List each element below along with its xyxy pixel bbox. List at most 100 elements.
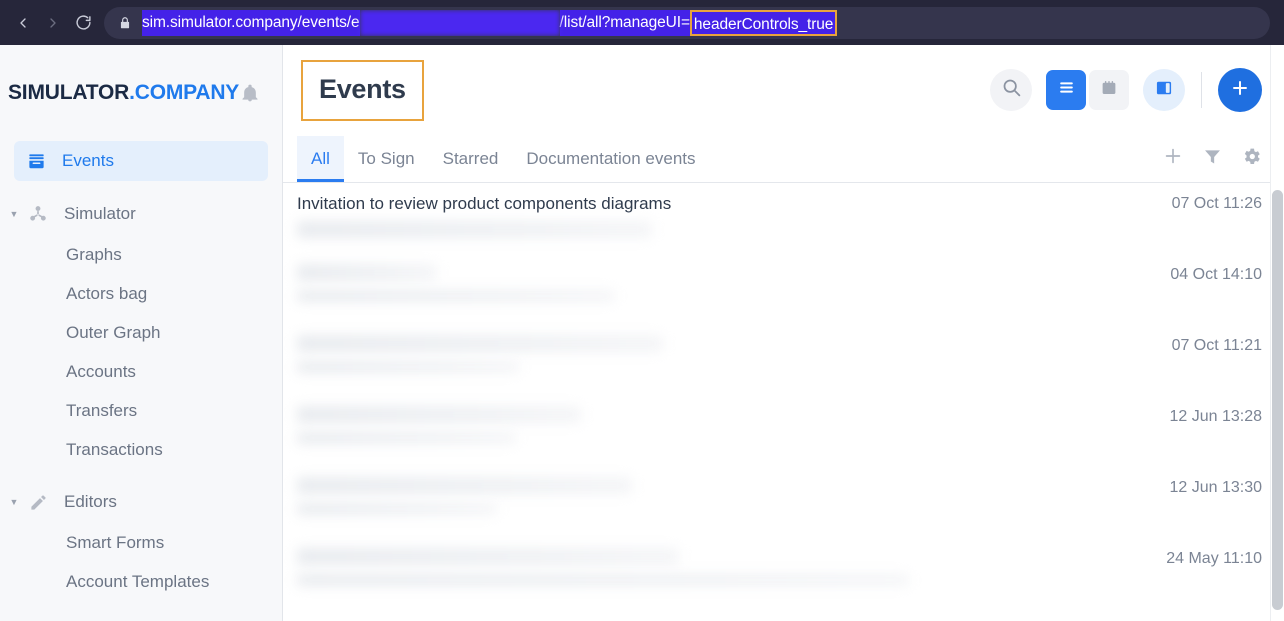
event-title: Invitation to review product components …: [297, 194, 672, 213]
list-view-button[interactable]: [1046, 70, 1086, 110]
sidebar-item-graphs[interactable]: Graphs: [0, 235, 282, 274]
inbox-icon: [22, 152, 50, 171]
tab-label: Starred: [442, 149, 499, 168]
redacted-block: [297, 548, 679, 565]
url-suffix: /list/all?manageUI=: [559, 9, 690, 36]
page-title-highlight-box: Events: [301, 59, 424, 121]
sidebar-item-label: Smart Forms: [66, 532, 165, 552]
sidebar-item-label: Accounts: [66, 361, 136, 381]
sidebar: SIMULATOR.COMPANY Events ▼ Simulator Gra…: [0, 45, 283, 621]
calendar-icon: [1100, 79, 1118, 102]
table-row[interactable]: 07 Oct 11:21: [283, 325, 1284, 396]
browser-chrome: sim.simulator.company/events/e /list/all…: [0, 0, 1284, 45]
sidebar-item-actors-bag[interactable]: Actors bag: [0, 274, 282, 313]
header-actions: [990, 68, 1262, 112]
sidebar-item-smart-forms[interactable]: Smart Forms: [0, 523, 282, 562]
sidebar-item-label: Events: [62, 151, 114, 170]
table-row[interactable]: 04 Oct 14:10: [283, 254, 1284, 325]
url-highlighted-param: headerControls_true: [689, 9, 838, 36]
add-icon[interactable]: [1162, 145, 1184, 172]
tabs-tools: [1162, 145, 1262, 182]
address-bar[interactable]: sim.simulator.company/events/e /list/all…: [104, 6, 1270, 39]
list-icon: [1057, 78, 1076, 102]
event-subtitle: [297, 221, 1172, 239]
tab-label: Documentation events: [526, 149, 696, 168]
add-event-button[interactable]: [1218, 68, 1262, 112]
search-button[interactable]: [990, 69, 1032, 111]
bell-icon[interactable]: [240, 82, 260, 104]
tab-label: To Sign: [357, 149, 415, 168]
sidebar-item-label: Transfers: [66, 400, 138, 420]
back-button[interactable]: [8, 8, 38, 38]
search-icon: [1001, 77, 1022, 103]
tabs-bar: All To Sign Starred Documentation events: [283, 135, 1284, 183]
app-window: SIMULATOR.COMPANY Events ▼ Simulator Gra…: [0, 45, 1284, 621]
redacted-block: [297, 264, 437, 281]
forward-button[interactable]: [38, 8, 68, 38]
redacted-block: [297, 290, 615, 302]
redacted-block: [297, 335, 663, 352]
network-icon: [24, 204, 52, 224]
redacted-block: [297, 361, 519, 373]
tab-documentation-events[interactable]: Documentation events: [512, 136, 709, 182]
event-content: [297, 335, 1172, 373]
url-text[interactable]: sim.simulator.company/events/e /list/all…: [142, 9, 1270, 36]
page-title: Events: [319, 73, 406, 104]
sidebar-group-label: Simulator: [64, 204, 136, 223]
sidebar-group-editors[interactable]: ▼ Editors: [0, 481, 282, 523]
logo-suffix: .COMPANY: [129, 81, 240, 104]
pencil-icon: [24, 493, 52, 512]
header-divider: [1201, 72, 1202, 108]
sidebar-item-outer-graph[interactable]: Outer Graph: [0, 313, 282, 352]
table-row[interactable]: 12 Jun 13:30: [283, 467, 1284, 538]
sidebar-group-label: Editors: [64, 492, 117, 511]
redacted-block: [297, 503, 497, 515]
sidebar-item-transactions[interactable]: Transactions: [0, 430, 282, 469]
logo-primary: SIMULATOR: [8, 81, 130, 104]
sidebar-item-label: Actors bag: [66, 283, 148, 303]
page-header: Events: [283, 45, 1284, 135]
event-list: Invitation to review product components …: [283, 183, 1284, 621]
brand-header: SIMULATOR.COMPANY: [0, 45, 282, 141]
sidebar-item-events[interactable]: Events: [14, 141, 268, 181]
event-content: Invitation to review product components …: [297, 193, 1172, 239]
event-content: [297, 406, 1169, 444]
scrollbar[interactable]: [1270, 45, 1284, 621]
event-content: [297, 264, 1170, 302]
url-prefix: sim.simulator.company/events/e: [142, 9, 360, 36]
tab-all[interactable]: All: [297, 136, 344, 182]
reload-button[interactable]: [68, 8, 98, 38]
logo[interactable]: SIMULATOR.COMPANY: [8, 81, 239, 105]
redacted-block: [297, 221, 652, 239]
view-mode-group: [1046, 70, 1129, 110]
scrollbar-thumb[interactable]: [1272, 190, 1283, 610]
sidebar-item-accounts[interactable]: Accounts: [0, 352, 282, 391]
sidebar-item-label: Graphs: [66, 244, 122, 264]
sidebar-item-account-templates[interactable]: Account Templates: [0, 562, 282, 601]
sidebar-group-simulator[interactable]: ▼ Simulator: [0, 193, 282, 235]
table-row[interactable]: Invitation to review product components …: [283, 183, 1284, 254]
event-date: 04 Oct 14:10: [1170, 266, 1262, 283]
chevron-down-icon[interactable]: ▼: [4, 497, 24, 507]
redacted-block: [297, 477, 632, 494]
event-date: 12 Jun 13:28: [1169, 408, 1262, 425]
table-row[interactable]: 12 Jun 13:28: [283, 396, 1284, 467]
redacted-block: [297, 574, 909, 586]
table-row[interactable]: 24 May 11:10: [283, 538, 1284, 609]
sidebar-item-label: Transactions: [66, 439, 163, 459]
filter-icon[interactable]: [1202, 146, 1223, 172]
tab-label: All: [311, 149, 330, 168]
sidebar-item-label: Account Templates: [66, 571, 210, 591]
event-content: [297, 548, 1166, 586]
gear-icon[interactable]: [1241, 146, 1262, 172]
calendar-view-button[interactable]: [1089, 70, 1129, 110]
event-date: 24 May 11:10: [1166, 550, 1262, 567]
event-content: [297, 477, 1169, 515]
chevron-down-icon[interactable]: ▼: [4, 209, 24, 219]
sidebar-item-transfers[interactable]: Transfers: [0, 391, 282, 430]
panel-toggle-button[interactable]: [1143, 69, 1185, 111]
tab-to-sign[interactable]: To Sign: [344, 136, 429, 182]
tab-starred[interactable]: Starred: [429, 136, 513, 182]
url-redacted-segment: [359, 9, 560, 36]
